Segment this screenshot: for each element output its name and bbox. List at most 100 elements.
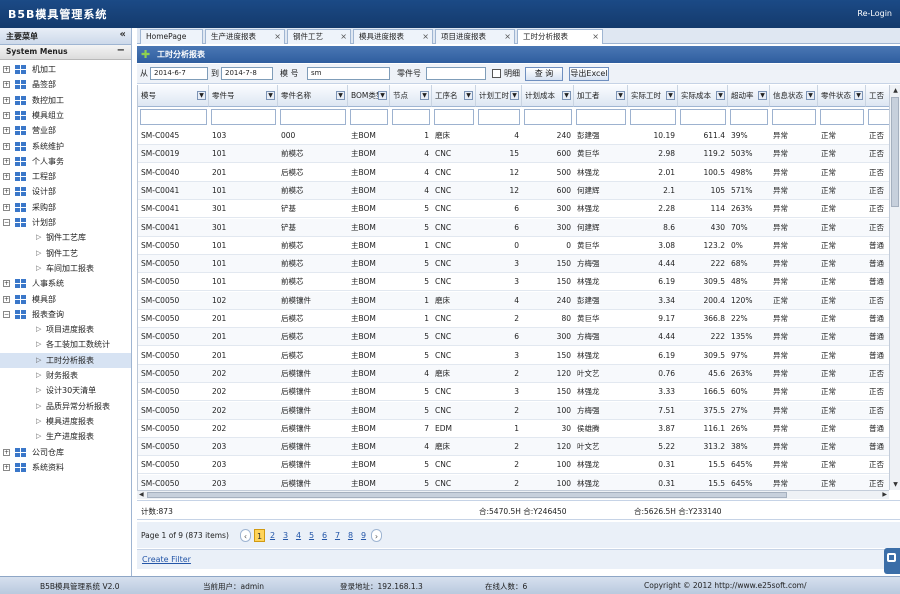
close-tab-icon[interactable]: ×	[274, 30, 281, 44]
filter-dropdown-icon[interactable]: ▼	[378, 91, 387, 100]
scroll-left-icon[interactable]: ◀	[139, 491, 144, 498]
column-filter-input[interactable]	[280, 109, 346, 125]
page-link[interactable]: 8	[345, 529, 356, 542]
vertical-scrollbar[interactable]: ▲ ▼	[889, 85, 900, 490]
filter-dropdown-icon[interactable]: ▼	[464, 91, 473, 100]
expand-toggle-icon[interactable]: +	[3, 142, 10, 150]
sidebar-subitem[interactable]: ▷ 财务报表	[0, 368, 131, 383]
expand-toggle-icon[interactable]: +	[3, 96, 10, 104]
sidebar-item[interactable]: + 采购部	[0, 200, 131, 215]
tab-2[interactable]: 钢件工艺 ×	[287, 29, 351, 44]
scroll-thumb-horizontal[interactable]	[147, 492, 787, 498]
expand-toggle-icon[interactable]: +	[3, 173, 10, 181]
tab-1[interactable]: 生产进度报表 ×	[205, 29, 285, 44]
page-link[interactable]: 6	[319, 529, 330, 542]
column-header[interactable]: 零件名称 ▼	[278, 85, 348, 107]
sidebar-subitem[interactable]: ▷ 模具进度报表	[0, 414, 131, 429]
expand-toggle-icon[interactable]: +	[3, 127, 10, 135]
table-row[interactable]: SM-C0050 102 前模镶件 主BOM 1 磨床 4 240 彭建强 3.34 200.4 12…	[138, 291, 889, 310]
column-filter-input[interactable]	[350, 109, 388, 125]
table-row[interactable]: SM-C0041 101 前模芯 主BOM 4 CNC 12 600 何建辉 2.1 105 571%…	[138, 181, 889, 200]
column-header[interactable]: 计划成本 ▼	[522, 85, 574, 107]
sidebar-item[interactable]: + 个人事务	[0, 154, 131, 169]
sidebar-item[interactable]: + 人事系统	[0, 276, 131, 291]
sidebar-item[interactable]: + 模具部	[0, 292, 131, 307]
page-link[interactable]: 2	[267, 529, 278, 542]
column-filter-input[interactable]	[630, 109, 676, 125]
sidebar-subitem[interactable]: ▷ 工时分析报表	[0, 352, 131, 368]
sidebar-subitem[interactable]: ▷ 品质异常分析报表	[0, 399, 131, 414]
column-header[interactable]: 加工者 ▼	[574, 85, 628, 107]
column-header[interactable]: 节点 ▼	[390, 85, 432, 107]
sidebar-item[interactable]: + 机加工	[0, 62, 131, 77]
to-date-input[interactable]: 2014-7-8	[221, 67, 273, 80]
detail-checkbox[interactable]	[492, 69, 501, 78]
expand-toggle-icon[interactable]: +	[3, 448, 10, 456]
tab-4[interactable]: 项目进度报表 ×	[435, 29, 515, 44]
sidebar-item[interactable]: − 计划部	[0, 215, 131, 230]
sidebar-item[interactable]: + 工程部	[0, 169, 131, 184]
column-header[interactable]: 信息状态 ▼	[770, 85, 818, 107]
sidebar-subitem[interactable]: ▷ 钢件工艺	[0, 246, 131, 261]
column-filter-input[interactable]	[478, 109, 520, 125]
table-row[interactable]: SM-C0050 203 后模镶件 主BOM 5 CNC 2 100 林强龙 0.31 15.5 64…	[138, 456, 889, 475]
sidebar-item[interactable]: + 数控加工	[0, 93, 131, 108]
table-row[interactable]: SM-C0050 101 前模芯 主BOM 5 CNC 3 150 林强龙 6.19 309.5 48…	[138, 273, 889, 292]
expand-toggle-icon[interactable]: +	[3, 111, 10, 119]
expand-toggle-icon[interactable]: +	[3, 463, 10, 471]
close-tab-icon[interactable]: ×	[592, 30, 599, 44]
scroll-up-icon[interactable]: ▲	[891, 86, 900, 95]
table-row[interactable]: SM-C0050 201 后模芯 主BOM 5 CNC 3 150 林强龙 6.19 309.5 97…	[138, 347, 889, 365]
table-row[interactable]: SM-C0050 202 后模镶件 主BOM 7 EDM 1 30 侯雄腾 3.87 116.1 26…	[138, 420, 889, 438]
column-header[interactable]: 计划工时 ▼	[476, 85, 522, 107]
tab-5[interactable]: 工时分析报表 ×	[517, 29, 603, 44]
part-input[interactable]	[426, 67, 486, 80]
column-filter-input[interactable]	[576, 109, 626, 125]
expand-toggle-icon[interactable]: −	[3, 310, 10, 318]
table-row[interactable]: SM-C0045 103 000 主BOM 1 磨床 4 240 彭建强 10.19 611.4 39…	[138, 127, 889, 145]
close-tab-icon[interactable]: ×	[422, 30, 429, 44]
table-row[interactable]: SM-C0050 201 后模芯 主BOM 5 CNC 6 300 方梅强 4.44 222 135%…	[138, 328, 889, 347]
page-link[interactable]: 7	[332, 529, 343, 542]
page-link[interactable]: 3	[280, 529, 291, 542]
filter-dropdown-icon[interactable]: ▼	[716, 91, 725, 100]
expand-toggle-icon[interactable]: +	[3, 280, 10, 288]
filter-dropdown-icon[interactable]: ▼	[336, 91, 345, 100]
table-row[interactable]: SM-C0050 202 后模镶件 主BOM 5 CNC 2 100 方梅强 7.51 375.5 2…	[138, 401, 889, 420]
table-row[interactable]: SM-C0050 202 后模镶件 主BOM 4 磨床 2 120 叶文艺 0.76 45.6 263…	[138, 364, 889, 383]
prev-page-icon[interactable]: ‹	[240, 529, 251, 542]
scroll-right-icon[interactable]: ▶	[882, 491, 887, 498]
mold-input[interactable]: sm	[307, 67, 390, 80]
next-page-icon[interactable]: ›	[371, 529, 382, 542]
from-date-input[interactable]: 2014-6-7	[150, 67, 208, 80]
scroll-down-icon[interactable]: ▼	[891, 480, 900, 489]
column-filter-input[interactable]	[868, 109, 889, 125]
table-row[interactable]: SM-C0050 203 后模镶件 主BOM 5 CNC 2 100 林强龙 0.31 15.5 64…	[138, 474, 889, 490]
sidebar-item[interactable]: − 报表查询	[0, 307, 131, 322]
column-header[interactable]: 模号 ▼	[138, 85, 209, 107]
relogin-link[interactable]: Re-Login	[857, 9, 892, 18]
system-menus-header[interactable]: System Menus −	[0, 45, 131, 60]
column-filter-input[interactable]	[730, 109, 768, 125]
column-header[interactable]: 实际工时 ▼	[628, 85, 678, 107]
expand-toggle-icon[interactable]: +	[3, 188, 10, 196]
sidebar-subitem[interactable]: ▷ 各工装加工数统计	[0, 337, 131, 352]
expand-toggle-icon[interactable]: −	[3, 219, 10, 226]
table-row[interactable]: SM-C0019 101 前模芯 主BOM 4 CNC 15 600 黄巨华 2.98 119.2 5…	[138, 145, 889, 164]
column-header[interactable]: 工否▼	[866, 85, 889, 107]
collapse-menus-icon[interactable]: −	[117, 45, 125, 56]
sidebar-item[interactable]: + 晶签部	[0, 77, 131, 92]
column-filter-input[interactable]	[680, 109, 726, 125]
column-filter-input[interactable]	[392, 109, 430, 125]
column-filter-input[interactable]	[772, 109, 816, 125]
page-link[interactable]: 5	[306, 529, 317, 542]
tab-3[interactable]: 模具进度报表 ×	[353, 29, 433, 44]
sidebar-subitem[interactable]: ▷ 钢件工艺库	[0, 230, 131, 245]
close-tab-icon[interactable]: ×	[340, 30, 347, 44]
table-row[interactable]: SM-C0041 301 铲基 主BOM 5 CNC 6 300 何建辉 8.6 430 70% 异常 正…	[138, 218, 889, 237]
filter-dropdown-icon[interactable]: ▼	[758, 91, 767, 100]
sidebar-subitem[interactable]: ▷ 生产进度报表	[0, 429, 131, 444]
column-header[interactable]: 实际成本 ▼	[678, 85, 728, 107]
sidebar-item[interactable]: + 设计部	[0, 184, 131, 199]
expand-toggle-icon[interactable]: +	[3, 203, 10, 211]
